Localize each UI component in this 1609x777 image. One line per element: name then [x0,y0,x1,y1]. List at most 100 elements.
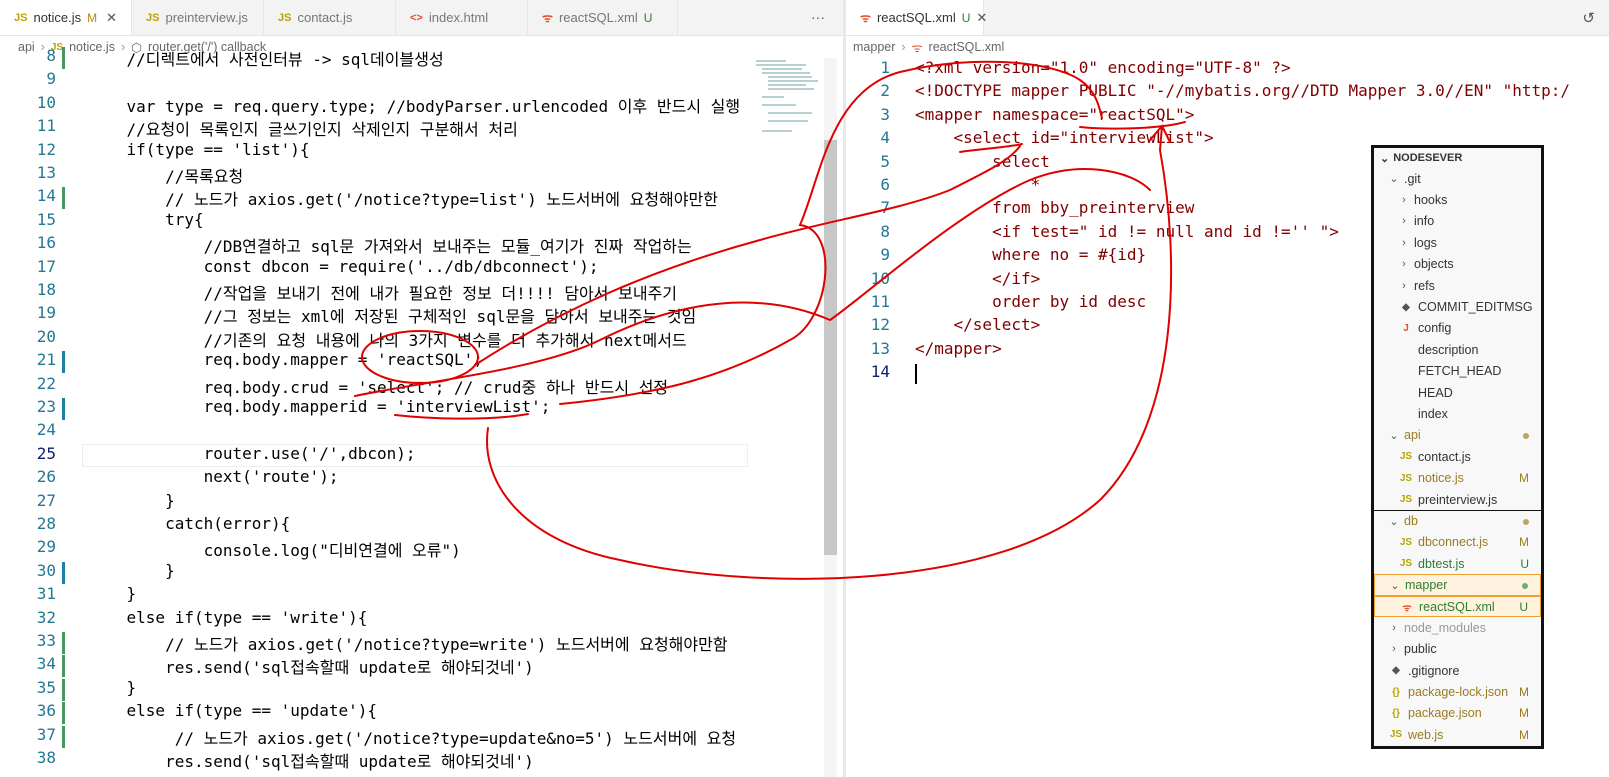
minimap[interactable] [750,58,824,158]
tab-reactsql-xml[interactable]: ᯤ reactSQL.xml U [528,0,678,35]
explorer-item-package-lock-json[interactable]: {} package-lock.json M [1374,681,1541,702]
code-line: } [88,584,137,604]
explorer-item-logs[interactable]: › logs [1374,232,1541,253]
code-line: </if> [915,268,1041,288]
explorer-item-preinterview-js[interactable]: JS preinterview.js [1374,489,1541,510]
code-line: console.log("디비연결에 오류") [88,541,461,561]
explorer-item-commit-editmsg[interactable]: ◆ COMMIT_EDITMSG [1374,296,1541,317]
git-gutter-indicator[interactable] [62,678,65,701]
explorer-item--gitignore[interactable]: ◆ .gitignore [1374,660,1541,681]
js-file-icon: JS [1399,558,1413,570]
code-line: <?xml version="1.0" encoding="UTF-8" ?> [915,58,1291,77]
code-line: //그 정보는 xml에 저장된 구체적인 sql문을 담아서 보내주는 것임 [88,307,697,327]
explorer-item-mapper[interactable]: ⌄ mapper [1374,574,1541,596]
code-line: //기존의 요청 내용에 나의 3가지 변수를 더 추가해서 next메서드 [88,330,687,350]
code-line: catch(error){ [88,514,291,533]
line-number: 32 [36,607,56,627]
explorer-item-refs[interactable]: › refs [1374,275,1541,296]
tab-notice-js[interactable]: JS notice.js M ✕ [0,0,132,35]
history-icon[interactable]: ↺ [1582,9,1595,27]
code-line: <select id="interviewList"> [915,128,1214,148]
file-explorer: ⌄ NODESEVER ⌄ .git › hooks › info › logs › object… [1371,145,1544,749]
explorer-item-fetch-head[interactable]: FETCH_HEAD [1374,361,1541,382]
tab-contact-js[interactable]: JS contact.js [264,0,396,35]
js-file-icon: JS [146,11,160,24]
close-icon[interactable]: ✕ [106,10,117,26]
rss-xml-file-icon: ᯤ [911,40,923,55]
tab-label: reactSQL.xml [876,10,956,25]
code-line: res.send('sql접속할때 update로 해야되것네') [88,658,534,678]
explorer-item-dbconnect-js[interactable]: JS dbconnect.js M [1374,532,1541,553]
explorer-item-api[interactable]: ⌄ api [1374,425,1541,446]
explorer-item-web-js[interactable]: JS web.js M [1374,724,1541,745]
explorer-item-dbtest-js[interactable]: JS dbtest.js U [1374,553,1541,574]
git-gutter-indicator[interactable] [62,398,65,420]
breadcrumb-item[interactable]: reactSQL.xml [929,40,1005,54]
close-icon[interactable]: ✕ [976,10,987,26]
explorer-item-contact-js[interactable]: JS contact.js [1374,446,1541,467]
explorer-item-info[interactable]: › info [1374,211,1541,232]
explorer-item-objects[interactable]: › objects [1374,254,1541,275]
js-file-icon: JS [1399,451,1413,463]
rss-xml-file-icon: ᯤ [542,11,553,25]
code-line: //DB연결하고 sql문 가져와서 보내주는 모듈_여기가 진짜 작업하는 [88,237,692,257]
git-gutter-indicator[interactable] [62,655,65,678]
code-line: } [88,677,137,697]
explorer-item-public[interactable]: › public [1374,639,1541,660]
code-line: <mapper namespace="reactSQL"> [915,104,1195,124]
git-status-badge: U [1519,599,1528,614]
line-number: 17 [36,256,56,276]
line-number: 23 [36,397,56,416]
git-gutter-indicator[interactable] [62,632,65,654]
line-number: 28 [36,514,56,533]
tab-preinterview-js[interactable]: JS preinterview.js [132,0,264,35]
explorer-item-reactsql-xml[interactable]: ᯤ reactSQL.xml U [1374,595,1541,618]
tab-label: contact.js [297,10,353,25]
git-gutter-indicator[interactable] [62,561,65,584]
git-gutter-indicator[interactable] [62,47,65,69]
explorer-item-db[interactable]: ⌄ db [1374,510,1541,531]
tab-label: index.html [428,10,489,25]
git-status-badge: M [1519,535,1529,550]
explorer-title: NODESEVER [1393,152,1463,164]
git-file-icon: ◆ [1402,301,1410,313]
scrollbar-thumb[interactable] [824,140,837,555]
line-number: 33 [36,631,56,650]
git-gutter-indicator[interactable] [62,351,65,374]
explorer-item-description[interactable]: description [1374,339,1541,360]
explorer-item-index[interactable]: index [1374,403,1541,424]
explorer-item-package-json[interactable]: {} package.json M [1374,703,1541,724]
git-gutter-indicator[interactable] [62,702,65,725]
tab-index-html[interactable]: <> index.html [396,0,528,35]
code-line: // 노드가 axios.get('/notice?type=write') 노… [88,635,728,654]
right-tab-bar: ᯤ reactSQL.xml U ✕ ↺ [846,0,1609,36]
explorer-item-label: index [1418,406,1448,421]
line-number: 10 [870,268,890,288]
explorer-item-notice-js[interactable]: JS notice.js M [1374,467,1541,488]
tab-reactsql-xml-right[interactable]: ᯤ reactSQL.xml U ✕ [846,0,987,35]
explorer-root[interactable]: ⌄ NODESEVER [1374,148,1541,168]
explorer-item-config[interactable]: Jconfig [1374,318,1541,339]
chevron-down-icon: ⌄ [1389,429,1399,442]
line-number: 37 [36,724,56,744]
line-number: 4 [880,128,890,148]
chevron-down-icon: ⌄ [1389,173,1399,186]
explorer-item--git[interactable]: ⌄ .git [1374,168,1541,189]
explorer-item-label: public [1404,642,1437,657]
js-file-icon: JS [1399,472,1413,484]
explorer-item-label: package.json [1408,706,1482,721]
git-gutter-indicator[interactable] [62,187,65,210]
explorer-item-hooks[interactable]: › hooks [1374,189,1541,210]
line-number: 9 [46,69,56,89]
explorer-item-head[interactable]: HEAD [1374,382,1541,403]
more-actions-icon[interactable]: ··· [811,9,825,25]
status-dot [1523,428,1529,442]
git-gutter-indicator[interactable] [62,725,65,748]
code-editor-notice-js[interactable]: 8 //디렉트에서 사전인터뷰 -> sql데이블생성 9 10 var type … [0,46,750,777]
explorer-item-label: description [1418,342,1479,357]
explorer-item-label: db [1404,514,1418,529]
breadcrumb-item[interactable]: mapper [853,40,895,54]
chevron-right-icon: › [1392,643,1396,656]
explorer-item-node-modules[interactable]: › node_modules [1374,617,1541,638]
explorer-item-label: preinterview.js [1418,492,1498,507]
